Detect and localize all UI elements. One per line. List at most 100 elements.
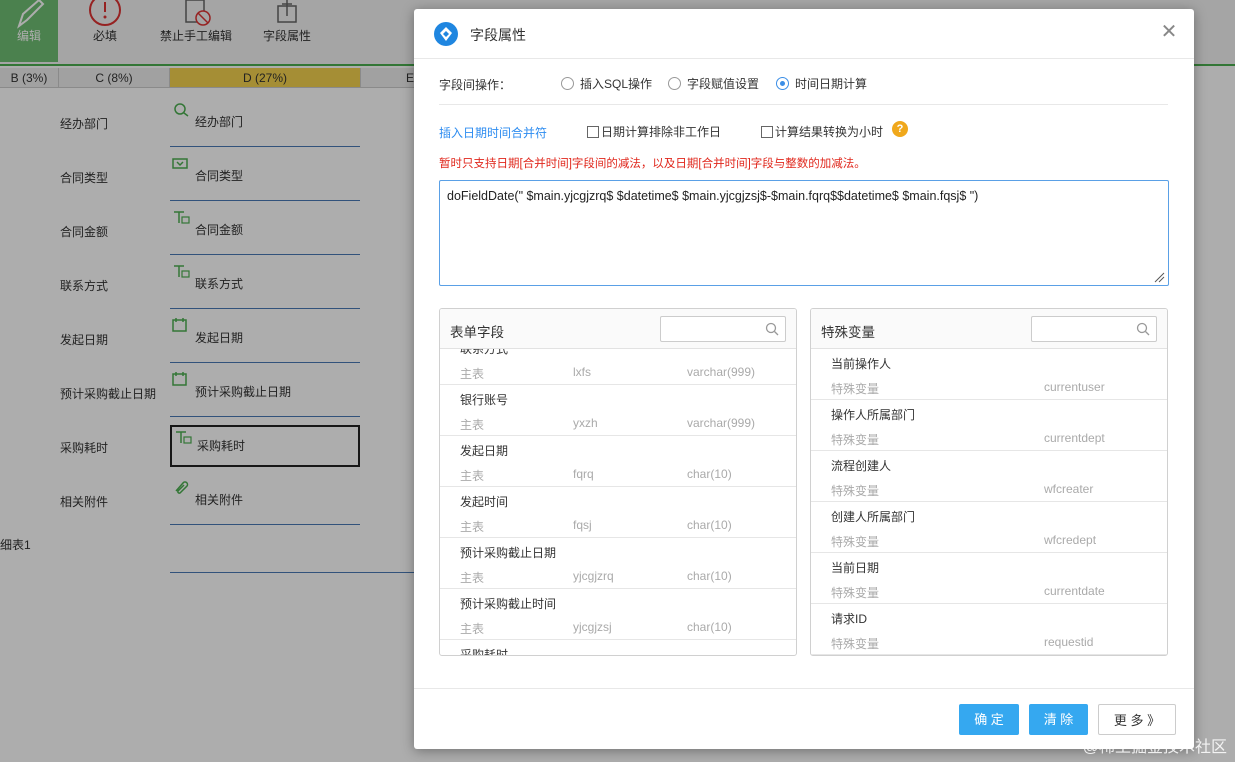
item-name: 预计采购截止时间 [460, 597, 557, 611]
form-fields-search-input[interactable] [660, 316, 786, 342]
form-fields-list: 联系方式 主表 lxfs varchar(999) 银行账号 主表 yxzh v… [440, 349, 796, 655]
list-item[interactable]: 操作人所属部门 特殊变量 currentdept [811, 400, 1167, 451]
resize-grip-icon[interactable] [1153, 271, 1165, 283]
item-source: 主表 [460, 418, 485, 432]
item-type: char(10) [687, 518, 732, 532]
checkbox-label: 日期计算排除非工作日 [601, 125, 722, 139]
app-logo-icon [434, 22, 458, 46]
item-db-name: fqrq [573, 467, 594, 481]
panel-title: 特殊变量 [821, 325, 875, 340]
form-fields-panel: 表单字段 联系方式 主表 lxfs varchar(999) 银行账号 主表 y… [439, 308, 797, 656]
checkbox-box [587, 125, 599, 138]
watermark-text: @稀土掘金技术社区 [1082, 739, 1227, 756]
item-code: wfcreater [1044, 482, 1094, 496]
search-icon [1136, 322, 1150, 336]
radio-label: 时间日期计算 [795, 77, 868, 91]
item-code: requestid [1044, 635, 1094, 649]
item-code: currentdept [1044, 431, 1105, 445]
checkbox-exclude-nonworkdays[interactable]: 日期计算排除非工作日 [587, 123, 721, 140]
search-icon [765, 322, 779, 336]
list-item[interactable]: 银行账号 主表 yxzh varchar(999) [440, 385, 796, 436]
clear-button[interactable]: 清 除 [1029, 704, 1088, 735]
item-kind: 特殊变量 [831, 484, 880, 498]
panel-title: 表单字段 [450, 325, 504, 340]
item-kind: 特殊变量 [831, 637, 880, 651]
radio-label: 插入SQL操作 [580, 77, 653, 91]
dialog-header: 字段属性 ✕ [414, 9, 1194, 59]
radio-insert-sql[interactable]: 插入SQL操作 [561, 75, 652, 92]
item-source: 主表 [460, 622, 485, 636]
item-db-name: lxfs [573, 365, 591, 379]
item-name: 请求ID [831, 612, 868, 626]
list-item[interactable]: 当前日期 特殊变量 currentdate [811, 553, 1167, 604]
item-name: 创建人所属部门 [831, 510, 916, 524]
confirm-button[interactable]: 确 定 [959, 704, 1019, 735]
more-button[interactable]: 更 多 》 [1098, 704, 1176, 735]
item-kind: 特殊变量 [831, 535, 880, 549]
list-item[interactable]: 采购耗时 [440, 640, 796, 655]
special-vars-list: 当前操作人 特殊变量 currentuser 操作人所属部门 特殊变量 curr… [811, 349, 1167, 655]
item-code: wfcredept [1044, 533, 1097, 547]
item-db-name: yxzh [573, 416, 598, 430]
radio-label: 字段赋值设置 [687, 77, 760, 91]
formula-textarea[interactable] [439, 180, 1169, 286]
list-item[interactable]: 发起日期 主表 fqrq char(10) [440, 436, 796, 487]
list-item[interactable]: 联系方式 主表 lxfs varchar(999) [440, 349, 796, 385]
checkbox-box [761, 125, 773, 138]
item-name: 发起日期 [460, 444, 509, 458]
item-source: 主表 [460, 520, 485, 534]
warning-text: 暂时只支持日期[合并时间]字段间的减法，以及日期[合并时间]字段与整数的加减法。 [439, 158, 866, 170]
special-vars-search-input[interactable] [1031, 316, 1157, 342]
item-name: 采购耗时 [460, 648, 509, 655]
list-item[interactable]: 流程创建人 特殊变量 wfcreater [811, 451, 1167, 502]
item-type: varchar(999) [687, 365, 756, 379]
panel-header: 表单字段 [440, 309, 796, 349]
item-kind: 特殊变量 [831, 382, 880, 396]
close-icon[interactable]: ✕ [1158, 21, 1180, 43]
radio-circle [561, 77, 574, 90]
item-kind: 特殊变量 [831, 433, 880, 447]
panel-header: 特殊变量 [811, 309, 1167, 349]
item-name: 当前日期 [831, 561, 880, 575]
item-code: currentdate [1044, 584, 1105, 598]
item-name: 当前操作人 [831, 357, 892, 371]
item-source: 主表 [460, 571, 485, 585]
help-icon[interactable]: ? [892, 121, 908, 137]
insert-datetime-merge-link[interactable]: 插入日期时间合并符 [439, 124, 547, 141]
item-name: 操作人所属部门 [831, 408, 916, 422]
item-type: char(10) [687, 467, 732, 481]
dialog-footer-divider [414, 688, 1194, 689]
item-name: 预计采购截止日期 [460, 546, 557, 560]
radio-circle-checked [776, 77, 789, 90]
field-operation-label: 字段间操作： [439, 78, 512, 92]
list-item[interactable]: 发起时间 主表 fqsj char(10) [440, 487, 796, 538]
radio-datetime-calc[interactable]: 时间日期计算 [776, 75, 867, 92]
dialog-title: 字段属性 [470, 27, 526, 43]
list-item[interactable]: 请求ID 特殊变量 requestid [811, 604, 1167, 655]
item-name: 银行账号 [460, 393, 509, 407]
item-type: char(10) [687, 620, 732, 634]
item-source: 主表 [460, 469, 485, 483]
special-vars-panel: 特殊变量 当前操作人 特殊变量 currentuser 操作人所属部门 特殊变量… [810, 308, 1168, 656]
radio-circle [668, 77, 681, 90]
list-item[interactable]: 预计采购截止时间 主表 yjcgjzsj char(10) [440, 589, 796, 640]
item-source: 主表 [460, 367, 485, 381]
list-item[interactable]: 当前操作人 特殊变量 currentuser [811, 349, 1167, 400]
list-item[interactable]: 创建人所属部门 特殊变量 wfcredept [811, 502, 1167, 553]
checkbox-convert-to-hours[interactable]: 计算结果转换为小时 [761, 123, 883, 140]
item-db-name: yjcgjzrq [573, 569, 614, 583]
radio-field-assignment[interactable]: 字段赋值设置 [668, 75, 759, 92]
item-kind: 特殊变量 [831, 586, 880, 600]
field-attribute-dialog: 字段属性 ✕ 字段间操作： 插入SQL操作 字段赋值设置 时间日期计算 插入日期… [414, 9, 1194, 749]
item-name: 流程创建人 [831, 459, 892, 473]
checkbox-label: 计算结果转换为小时 [775, 125, 884, 139]
field-operation-row: 字段间操作： 插入SQL操作 字段赋值设置 时间日期计算 [439, 75, 1168, 105]
item-type: char(10) [687, 569, 732, 583]
item-code: currentuser [1044, 380, 1105, 394]
item-name: 发起时间 [460, 495, 509, 509]
list-item[interactable]: 预计采购截止日期 主表 yjcgjzrq char(10) [440, 538, 796, 589]
item-db-name: yjcgjzsj [573, 620, 612, 634]
item-db-name: fqsj [573, 518, 592, 532]
item-name: 联系方式 [460, 349, 509, 356]
item-type: varchar(999) [687, 416, 756, 430]
